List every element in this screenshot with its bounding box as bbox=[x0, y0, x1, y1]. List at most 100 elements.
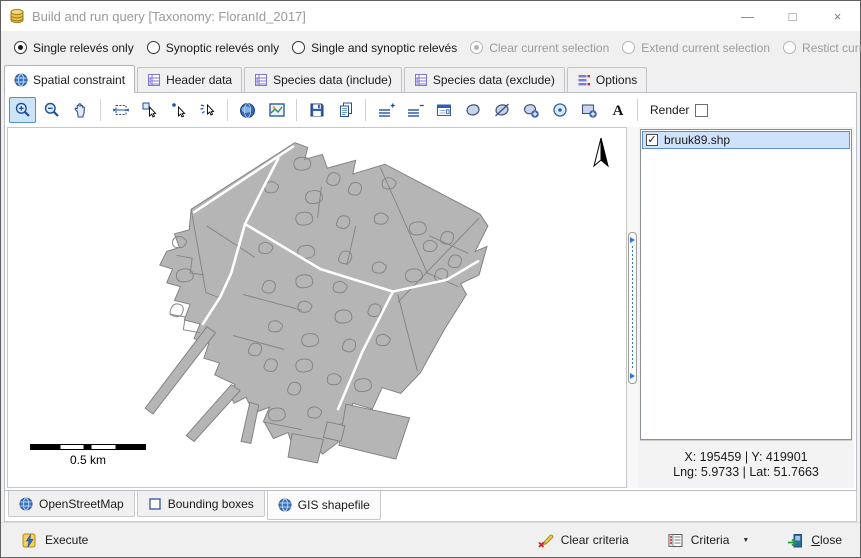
tab-label: Bounding boxes bbox=[168, 497, 254, 511]
tab-openstreetmap[interactable]: OpenStreetMap bbox=[8, 491, 135, 517]
tab-species-exclude[interactable]: Species data (exclude) bbox=[404, 67, 565, 92]
radio-label: Restict current selection bbox=[802, 41, 861, 55]
selection-mode-bar: Single relevés only Synoptic relevés onl… bbox=[1, 31, 860, 64]
toolbar-separator bbox=[227, 99, 228, 121]
close-dialog-button[interactable]: Close bbox=[781, 528, 848, 553]
select-point-button[interactable] bbox=[165, 97, 192, 123]
circle-point-icon bbox=[551, 101, 569, 119]
remove-layer-button[interactable] bbox=[401, 97, 428, 123]
title-bar: Build and run query [Taxonomy: FloranId_… bbox=[1, 1, 860, 31]
radio-label: Extend current selection bbox=[641, 41, 770, 55]
tab-gis-shapefile[interactable]: GIS shapefile bbox=[267, 491, 381, 520]
tab-bounding-boxes[interactable]: Bounding boxes bbox=[137, 491, 265, 517]
coordinate-status: X: 195459 | Y: 419901 Lng: 5.9733 | Lat:… bbox=[640, 440, 852, 488]
execute-button[interactable]: Execute bbox=[15, 528, 94, 553]
select-rectangle-icon bbox=[141, 101, 159, 119]
zoom-in-icon bbox=[14, 101, 32, 119]
close-button[interactable]: × bbox=[815, 1, 860, 31]
clear-criteria-button[interactable]: Clear criteria bbox=[531, 528, 635, 553]
layers-panel: ✓ bruuk89.shp X: 195459 | Y: 419901 Lng:… bbox=[638, 127, 854, 488]
render-checkbox[interactable] bbox=[695, 104, 708, 117]
pan-hand-icon bbox=[72, 101, 90, 119]
polygon-add-button[interactable] bbox=[517, 97, 544, 123]
point-tool-button[interactable] bbox=[546, 97, 573, 123]
button-label: Criteria bbox=[691, 533, 730, 547]
lnglat-coordinates: Lng: 5.9733 | Lat: 51.7663 bbox=[673, 465, 819, 479]
copy-icon bbox=[337, 101, 355, 119]
map-canvas[interactable]: 0.5 km bbox=[7, 127, 627, 488]
button-label: Clear criteria bbox=[561, 533, 629, 547]
layer-list[interactable]: ✓ bruuk89.shp bbox=[640, 129, 852, 440]
xy-coordinates: X: 195459 | Y: 419901 bbox=[684, 450, 807, 464]
toolbar-separator bbox=[365, 99, 366, 121]
splitter-arrow-icon bbox=[630, 237, 635, 243]
table-icon bbox=[414, 73, 428, 87]
zoom-out-button[interactable] bbox=[38, 97, 65, 123]
radio-label: Synoptic relevés only bbox=[166, 41, 279, 55]
minimize-button[interactable]: — bbox=[725, 1, 770, 31]
radio-circle bbox=[292, 41, 305, 54]
layer-item-bruuk89[interactable]: ✓ bruuk89.shp bbox=[642, 131, 850, 149]
polygon-plus-icon bbox=[522, 101, 540, 119]
deselect-button[interactable] bbox=[194, 97, 221, 123]
tab-label: Options bbox=[596, 73, 637, 87]
toolbar-separator bbox=[296, 99, 297, 121]
clear-criteria-icon bbox=[537, 532, 554, 549]
zoom-extent-button[interactable] bbox=[107, 97, 134, 123]
polygon-edit-button[interactable] bbox=[488, 97, 515, 123]
map-toolbar: A Render bbox=[5, 93, 856, 127]
window-title: Build and run query [Taxonomy: FloranId_… bbox=[32, 9, 306, 24]
pan-button[interactable] bbox=[67, 97, 94, 123]
deselect-icon bbox=[199, 101, 217, 119]
render-label: Render bbox=[650, 103, 689, 117]
select-rectangle-button[interactable] bbox=[136, 97, 163, 123]
tab-label: Species data (include) bbox=[273, 73, 392, 87]
text-tool-icon: A bbox=[609, 101, 627, 119]
tab-header-data[interactable]: Header data bbox=[137, 67, 242, 92]
lines-plus-icon bbox=[377, 101, 395, 119]
radio-circle bbox=[147, 41, 160, 54]
add-layer-button[interactable] bbox=[372, 97, 399, 123]
image-add-button[interactable] bbox=[575, 97, 602, 123]
text-tool-button[interactable]: A bbox=[604, 97, 631, 123]
maximize-button[interactable]: □ bbox=[770, 1, 815, 31]
radio-circle bbox=[470, 41, 483, 54]
basemap-tabstrip: OpenStreetMap Bounding boxes GIS shapefi… bbox=[4, 491, 857, 522]
north-arrow-icon bbox=[592, 136, 610, 170]
splitter-dots bbox=[632, 246, 633, 370]
zoom-extent-icon bbox=[112, 101, 130, 119]
layer-checkbox[interactable]: ✓ bbox=[646, 134, 658, 146]
polygon-slash-icon bbox=[493, 101, 511, 119]
toolbar-separator bbox=[100, 99, 101, 121]
zoom-out-icon bbox=[43, 101, 61, 119]
map-image-button[interactable] bbox=[263, 97, 290, 123]
layer-properties-button[interactable] bbox=[430, 97, 457, 123]
world-button[interactable] bbox=[234, 97, 261, 123]
radio-synoptic-releves[interactable]: Synoptic relevés only bbox=[147, 41, 279, 55]
toolbar-separator bbox=[637, 99, 638, 121]
polygon-icon bbox=[464, 101, 482, 119]
tab-label: GIS shapefile bbox=[298, 498, 370, 512]
splitter-arrow-icon bbox=[630, 373, 635, 379]
copy-button[interactable] bbox=[332, 97, 359, 123]
tab-label: Spatial constraint bbox=[33, 73, 125, 87]
splitter-grip[interactable] bbox=[628, 232, 637, 384]
tab-species-include[interactable]: Species data (include) bbox=[244, 67, 402, 92]
radio-circle bbox=[783, 41, 796, 54]
globe-icon bbox=[14, 73, 28, 87]
gis-map bbox=[8, 128, 626, 487]
radio-single-releves[interactable]: Single relevés only bbox=[14, 41, 134, 55]
panel-splitter[interactable] bbox=[627, 127, 638, 488]
tab-options[interactable]: Options bbox=[567, 67, 647, 92]
save-button[interactable] bbox=[303, 97, 330, 123]
spatial-constraint-page: A Render bbox=[4, 92, 857, 491]
criteria-button[interactable]: Criteria ▼ bbox=[661, 528, 756, 553]
polygon-button[interactable] bbox=[459, 97, 486, 123]
radio-label: Clear current selection bbox=[489, 41, 609, 55]
tab-spatial-constraint[interactable]: Spatial constraint bbox=[4, 65, 135, 93]
radio-single-and-synoptic[interactable]: Single and synoptic relevés bbox=[292, 41, 457, 55]
radio-label: Single and synoptic relevés bbox=[311, 41, 457, 55]
criteria-dropdown-arrow-icon[interactable]: ▼ bbox=[742, 537, 749, 544]
zoom-in-button[interactable] bbox=[9, 97, 36, 123]
globe-icon bbox=[278, 498, 292, 512]
